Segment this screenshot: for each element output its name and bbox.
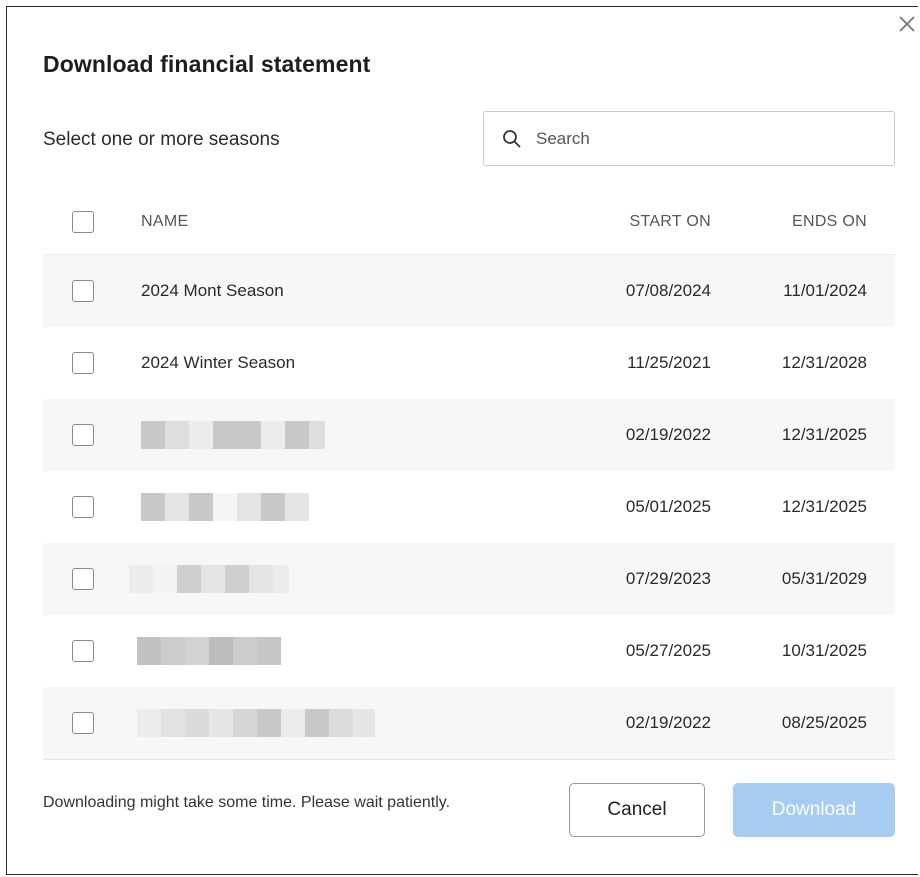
table-row[interactable]: 02/19/2022 12/31/2025 — [43, 399, 895, 471]
row-checkbox[interactable] — [72, 352, 94, 374]
season-start-date: 05/01/2025 — [625, 497, 711, 516]
season-start-date: 02/19/2022 — [625, 713, 711, 732]
redacted-season-name — [137, 709, 375, 737]
search-input[interactable] — [534, 127, 858, 150]
table-row[interactable]: 05/01/2025 12/31/2025 — [43, 471, 895, 543]
dialog-title: Download financial statement — [43, 51, 371, 77]
table-row[interactable]: 02/19/2022 08/25/2025 — [43, 687, 895, 760]
season-end-date: 05/31/2029 — [781, 569, 867, 588]
seasons-table: NAME START ON ENDS ON 2024 Mont Season 0… — [43, 190, 895, 760]
table-row[interactable]: 2024 Mont Season 07/08/2024 11/01/2024 — [43, 255, 895, 327]
season-name: 2024 Mont Season — [141, 281, 284, 300]
download-statement-dialog: Download financial statement Select one … — [6, 6, 918, 875]
row-checkbox[interactable] — [72, 424, 94, 446]
download-wait-note: Downloading might take some time. Please… — [43, 794, 451, 811]
season-end-date: 11/01/2024 — [783, 281, 867, 300]
select-all-checkbox[interactable] — [72, 211, 94, 233]
row-checkbox[interactable] — [72, 496, 94, 518]
table-row[interactable]: 2024 Winter Season 11/25/2021 12/31/2028 — [43, 327, 895, 399]
search-box[interactable] — [483, 111, 895, 166]
row-checkbox[interactable] — [72, 640, 94, 662]
search-icon — [503, 129, 521, 147]
season-end-date: 12/31/2025 — [781, 497, 867, 516]
season-end-date: 10/31/2025 — [781, 641, 867, 660]
cancel-button[interactable]: Cancel — [569, 783, 705, 837]
season-end-date: 12/31/2028 — [781, 353, 867, 372]
column-header-name: NAME — [141, 213, 189, 230]
close-icon[interactable] — [896, 13, 918, 35]
redacted-season-name — [141, 421, 325, 449]
row-checkbox[interactable] — [72, 280, 94, 302]
season-start-date: 02/19/2022 — [625, 425, 711, 444]
season-start-date: 07/08/2024 — [625, 281, 711, 300]
season-start-date: 07/29/2023 — [625, 569, 711, 588]
redacted-season-name — [129, 565, 289, 593]
row-checkbox[interactable] — [72, 568, 94, 590]
season-start-date: 05/27/2025 — [625, 641, 711, 660]
column-header-end: ENDS ON — [792, 213, 867, 230]
season-end-date: 12/31/2025 — [781, 425, 867, 444]
season-start-date: 11/25/2021 — [627, 353, 711, 372]
download-button[interactable]: Download — [733, 783, 895, 837]
season-name: 2024 Winter Season — [141, 353, 296, 372]
column-header-start: START ON — [629, 213, 711, 230]
table-row[interactable]: 05/27/2025 10/31/2025 — [43, 615, 895, 687]
table-header-row: NAME START ON ENDS ON — [43, 190, 895, 255]
redacted-season-name — [137, 637, 281, 665]
table-row[interactable]: 07/29/2023 05/31/2029 — [43, 543, 895, 615]
season-end-date: 08/25/2025 — [781, 713, 867, 732]
redacted-season-name — [141, 493, 309, 521]
row-checkbox[interactable] — [72, 712, 94, 734]
select-seasons-label: Select one or more seasons — [43, 129, 280, 150]
